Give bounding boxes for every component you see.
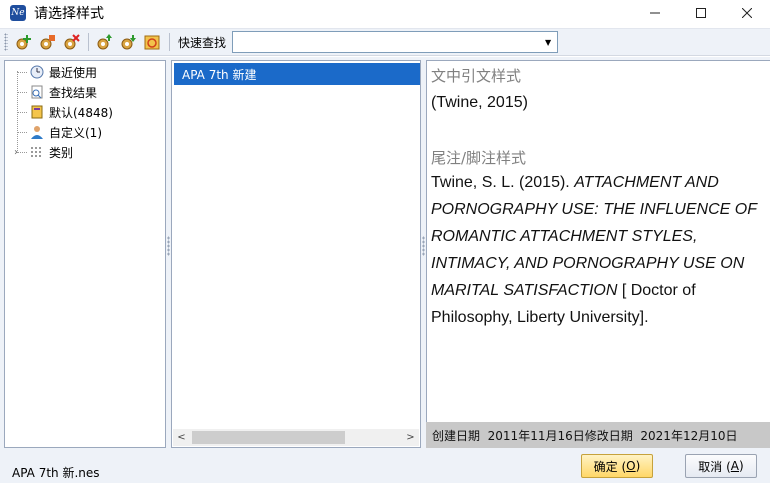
note-heading: 尾注/脚注样式 — [431, 149, 527, 167]
cancel-button[interactable]: 取消 (A) — [685, 454, 757, 478]
tree-item-label: 最近使用 — [49, 65, 98, 80]
reference-title: ATTACHMENT AND PORNOGRAPHY USE: THE INFL… — [431, 174, 757, 299]
export-style-icon — [121, 35, 136, 50]
grid-icon — [29, 144, 45, 160]
refresh-style-icon — [144, 35, 160, 50]
minimize-icon — [650, 12, 660, 14]
style-list[interactable]: APA 7th 新建 < > — [171, 60, 421, 448]
style-preview: 文中引文样式 (Twine, 2015) 尾注/脚注样式 Twine, S. L… — [426, 60, 770, 422]
tree-item-label: 查找结果 — [49, 85, 98, 100]
quick-find-input[interactable] — [233, 32, 534, 52]
created-date: 2011年11月16日 — [487, 428, 585, 443]
ok-button-label: 确定 ( — [593, 459, 627, 474]
reference-entry: Twine, S. L. (2015). ATTACHMENT AND PORN… — [431, 169, 767, 331]
refresh-style-button[interactable] — [141, 31, 163, 53]
tree-connector — [17, 91, 27, 93]
toolbar: 快速查找 ▼ — [0, 28, 770, 56]
app-icon: Ne — [10, 5, 26, 21]
title-bar: Ne 请选择样式 — [0, 0, 770, 26]
tree-connector — [17, 71, 27, 73]
close-button[interactable] — [724, 0, 770, 26]
maximize-button[interactable] — [678, 0, 724, 26]
tree-item-custom[interactable]: 自定义(1) — [17, 122, 102, 142]
scroll-thumb[interactable] — [192, 431, 345, 444]
tree-item-label: 类别 — [49, 145, 74, 160]
category-tree[interactable]: 最近使用 查找结果 默认(4848) 自定义(1) › 类别 — [4, 60, 166, 448]
created-label: 创建日期 — [432, 428, 481, 443]
toolbar-separator — [169, 33, 170, 51]
search-document-icon — [29, 84, 45, 100]
window-controls — [632, 0, 770, 26]
cancel-button-end: ) — [739, 459, 744, 473]
date-info-bar: 创建日期 2011年11月16日 修改日期 2021年12月10日 — [426, 422, 770, 448]
tree-item-default[interactable]: 默认(4848) — [17, 102, 113, 122]
ok-accelerator: O — [626, 459, 636, 473]
tree-item-recent[interactable]: 最近使用 — [17, 62, 97, 82]
tree-item-search-results[interactable]: 查找结果 — [17, 82, 97, 102]
import-style-button[interactable] — [93, 31, 115, 53]
in-text-citation: (Twine, 2015) — [431, 94, 528, 111]
in-text-heading: 文中引文样式 — [431, 67, 522, 85]
close-icon — [742, 8, 752, 18]
cancel-accelerator: A — [730, 459, 740, 473]
import-style-icon — [97, 34, 112, 50]
tree-item-category[interactable]: › 类别 — [5, 142, 155, 162]
minimize-button[interactable] — [632, 0, 678, 26]
modified-date: 2021年12月10日 — [640, 428, 738, 443]
scroll-right-icon[interactable]: > — [402, 429, 419, 446]
left-splitter[interactable] — [167, 236, 170, 256]
edit-style-icon — [40, 35, 55, 50]
ok-button-end: ) — [635, 459, 641, 473]
book-icon — [29, 104, 45, 120]
footer: APA 7th 新.nes 确定 (O) 取消 (A) — [0, 450, 770, 483]
toolbar-grip[interactable] — [4, 33, 8, 51]
delete-style-icon — [64, 34, 80, 50]
tree-connector — [17, 111, 27, 113]
quick-find-combobox[interactable]: ▼ — [232, 31, 559, 53]
export-style-button[interactable] — [117, 31, 139, 53]
list-item-selected[interactable]: APA 7th 新建 — [174, 63, 420, 85]
window-title: 请选择样式 — [34, 6, 104, 22]
quick-find-label: 快速查找 — [178, 35, 227, 50]
chevron-down-icon[interactable]: ▼ — [542, 35, 554, 49]
edit-style-button[interactable] — [36, 31, 58, 53]
maximize-icon — [696, 8, 706, 18]
horizontal-scrollbar[interactable]: < > — [173, 429, 419, 446]
new-style-icon — [16, 35, 31, 50]
toolbar-separator — [88, 33, 89, 51]
cancel-button-label: 取消 ( — [698, 459, 731, 474]
reference-author: Twine, S. L. (2015). — [431, 174, 575, 191]
modified-label: 修改日期 — [584, 428, 633, 443]
delete-style-button[interactable] — [60, 31, 82, 53]
clock-icon — [29, 64, 45, 80]
tree-connector — [17, 151, 27, 153]
scroll-left-icon[interactable]: < — [173, 429, 190, 446]
tree-item-label: 自定义(1) — [49, 125, 102, 140]
ok-button[interactable]: 确定 (O) — [581, 454, 653, 478]
tree-connector — [17, 131, 27, 133]
new-style-button[interactable] — [12, 31, 34, 53]
tree-item-label: 默认(4848) — [49, 105, 113, 120]
user-icon — [29, 124, 45, 140]
file-name: APA 7th 新.nes — [12, 466, 100, 480]
right-splitter[interactable] — [422, 236, 425, 256]
